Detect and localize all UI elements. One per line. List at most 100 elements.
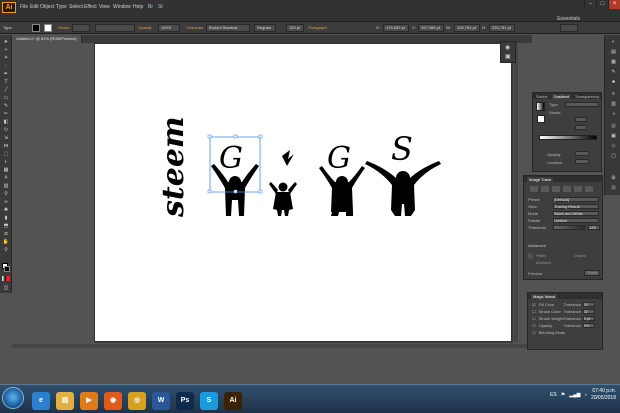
- flag-icon[interactable]: ⚑: [561, 392, 565, 398]
- type-tool-icon[interactable]: T: [2, 79, 10, 85]
- artboard-tool-icon[interactable]: ⬒: [2, 223, 10, 229]
- align-panel-icon[interactable]: ⊞: [610, 175, 617, 181]
- width-tool-icon[interactable]: ⋈: [2, 143, 10, 149]
- drawing-mode-icon[interactable]: ◫: [2, 285, 10, 291]
- stroke-label[interactable]: Stroke: [58, 25, 70, 30]
- bridge-button[interactable]: Br: [148, 4, 153, 10]
- tab-gradient[interactable]: Gradient: [551, 93, 571, 99]
- menu-window[interactable]: Window: [113, 4, 131, 10]
- artboard[interactable]: steem G G S: [94, 43, 512, 342]
- blend-tool-icon[interactable]: ∞: [2, 199, 10, 205]
- direct-selection-tool-icon[interactable]: ➢: [2, 47, 10, 53]
- advanced-toggle[interactable]: Advanced: [528, 243, 546, 248]
- stroke-weight-field[interactable]: [72, 24, 90, 32]
- menu-view[interactable]: View: [99, 4, 110, 10]
- maximize-icon[interactable]: □: [596, 0, 608, 9]
- figure-4[interactable]: [365, 161, 441, 216]
- character-label[interactable]: Character: [186, 25, 204, 30]
- zoom-tool-icon[interactable]: ⚲: [2, 247, 10, 253]
- column-graph-tool-icon[interactable]: ▮: [2, 215, 10, 221]
- mesh-tool-icon[interactable]: #: [2, 175, 10, 181]
- arrange-documents-button[interactable]: [560, 24, 578, 32]
- grayscale-icon[interactable]: [563, 186, 571, 192]
- gradient-slider[interactable]: [539, 135, 597, 140]
- transform-panel-icon[interactable]: ⊡: [610, 185, 617, 191]
- free-transform-tool-icon[interactable]: ⬚: [2, 151, 10, 157]
- fill-swatch[interactable]: [32, 24, 40, 32]
- height-field[interactable]: 225,751 pt: [489, 24, 515, 32]
- menu-edit[interactable]: Edit: [30, 4, 39, 10]
- gradient-panel-icon[interactable]: ▥: [610, 101, 617, 107]
- pencil-tool-icon[interactable]: ✏: [2, 111, 10, 117]
- menu-help[interactable]: Help: [133, 4, 143, 10]
- gradient-aspect-field[interactable]: [575, 125, 587, 130]
- document-tab[interactable]: Untitled-1* @ 61% (RGB/Preview): [12, 35, 82, 43]
- line-tool-icon[interactable]: ╱: [2, 87, 10, 93]
- color-guide-icon[interactable]: ▤: [610, 49, 617, 55]
- layers-panel-icon[interactable]: ◇: [610, 143, 617, 149]
- volume-icon[interactable]: ♪: [584, 392, 587, 398]
- auto-color-icon[interactable]: [530, 186, 538, 192]
- word-icon[interactable]: W: [152, 392, 170, 410]
- clock[interactable]: 07:40 p.m. 20/05/2018: [591, 388, 616, 402]
- gradient-angle-field[interactable]: [575, 117, 587, 122]
- low-color-icon[interactable]: [552, 186, 560, 192]
- variable-width-profile[interactable]: [95, 24, 135, 32]
- libraries-icon[interactable]: ◉: [505, 44, 510, 51]
- checkbox-icon[interactable]: ☑: [532, 302, 536, 307]
- stroke-swatch[interactable]: [44, 24, 52, 32]
- trace-button[interactable]: Trace: [584, 270, 600, 276]
- slice-tool-icon[interactable]: ⧄: [2, 231, 10, 237]
- perspective-grid-tool-icon[interactable]: ▦: [2, 167, 10, 173]
- font-style-select[interactable]: Regular: [254, 24, 276, 32]
- eyedropper-tool-icon[interactable]: ⚲: [2, 191, 10, 197]
- paintbrush-tool-icon[interactable]: ✎: [2, 103, 10, 109]
- width-field[interactable]: 105,764 pt: [454, 24, 480, 32]
- minimize-icon[interactable]: –: [584, 0, 596, 9]
- ie-icon[interactable]: e: [32, 392, 50, 410]
- color-gradient-none-icon[interactable]: [2, 276, 10, 281]
- graphic-styles-icon[interactable]: ▣: [610, 133, 617, 139]
- eraser-tool-icon[interactable]: ◧: [2, 119, 10, 125]
- pen-tool-icon[interactable]: ✒: [2, 71, 10, 77]
- scale-tool-icon[interactable]: ⇲: [2, 135, 10, 141]
- menu-type[interactable]: Type: [56, 4, 67, 10]
- checkbox-icon[interactable]: ☐: [532, 316, 536, 321]
- opacity-field[interactable]: 100%: [158, 24, 180, 32]
- tab-stroke[interactable]: Stroke: [536, 94, 548, 99]
- gradient-fill-icon[interactable]: [537, 115, 545, 123]
- language-indicator[interactable]: ES: [550, 392, 557, 398]
- symbol-sprayer-tool-icon[interactable]: ✺: [2, 207, 10, 213]
- selection-tool-icon[interactable]: ➤: [2, 39, 10, 45]
- high-color-icon[interactable]: [541, 186, 549, 192]
- rotate-tool-icon[interactable]: ↻: [2, 127, 10, 133]
- preview-checkbox[interactable]: Preview: [528, 271, 542, 276]
- folder-icon[interactable]: ▤: [56, 392, 74, 410]
- gradient-type-select[interactable]: [565, 102, 599, 107]
- menu-effect[interactable]: Effect: [84, 4, 97, 10]
- magic-wand-tool-icon[interactable]: ✶: [2, 55, 10, 61]
- stroke-color-icon[interactable]: [4, 266, 10, 272]
- artboards-panel-icon[interactable]: ▢: [610, 153, 617, 159]
- figure-2[interactable]: [269, 150, 297, 216]
- shape-builder-tool-icon[interactable]: ◐: [2, 159, 10, 165]
- close-icon[interactable]: ×: [608, 0, 620, 9]
- firefox-icon[interactable]: ◉: [104, 392, 122, 410]
- gradient-location-field[interactable]: [575, 159, 589, 164]
- x-field[interactable]: 479,652 pt: [383, 24, 409, 32]
- stock-button[interactable]: St: [158, 4, 163, 10]
- gradient-opacity-field[interactable]: [575, 151, 589, 156]
- illustrator-icon[interactable]: Ai: [224, 392, 242, 410]
- skype-icon[interactable]: S: [200, 392, 218, 410]
- symbols-icon[interactable]: ♣: [610, 79, 617, 85]
- opacity-label[interactable]: Opacity: [138, 25, 152, 30]
- menu-select[interactable]: Select: [69, 4, 83, 10]
- paragraph-label[interactable]: Paragraph: [308, 25, 327, 30]
- gradient-tool-icon[interactable]: ▥: [2, 183, 10, 189]
- swatches-icon[interactable]: ▦: [610, 59, 617, 65]
- rectangle-tool-icon[interactable]: ▭: [2, 95, 10, 101]
- checkbox-icon[interactable]: ☐: [532, 330, 536, 335]
- vertical-scrollbar[interactable]: [514, 43, 518, 342]
- checkbox-icon[interactable]: ☐: [532, 309, 536, 314]
- lasso-tool-icon[interactable]: ◌: [2, 63, 10, 69]
